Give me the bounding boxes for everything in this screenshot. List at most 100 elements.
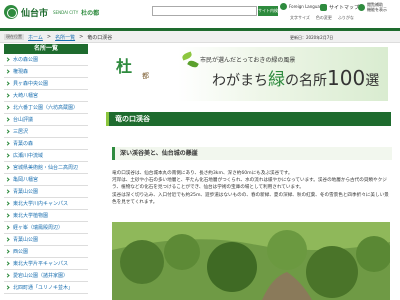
sidebar-item-label: 広瀬川中流域 (13, 153, 44, 159)
chevron-right-icon (5, 285, 10, 290)
chevron-right-icon (5, 201, 10, 206)
sidebar-item[interactable]: 貝ヶ森中央公園 (4, 78, 88, 90)
search-input[interactable] (152, 6, 257, 16)
sidebar-item-label: 東北大学植物園 (13, 213, 49, 219)
globe-icon (280, 3, 287, 10)
sidebar-item[interactable]: 東北大学片平キャンパス (4, 258, 88, 270)
valley-photo (112, 222, 390, 300)
valley-photo-image (112, 222, 390, 300)
chevron-right-icon (5, 165, 10, 170)
sidebar-item-label: 権現森 (13, 69, 29, 75)
sidebar-item-label: 北四町通「ユリノキ並木」 (13, 285, 74, 291)
body-paragraph: 渓谷は深く切り込み、入口付近でも約25m、遊歩道はないものの、春の新緑、夏の深緑… (112, 192, 389, 205)
sidebar-item-label: 宮城県美術館・仙台二高周辺 (13, 165, 79, 171)
banner-calligraphy-2: 都 (142, 72, 149, 80)
accessibility-icon (358, 4, 365, 11)
sidebar-item-label: 貝ヶ森中央公園 (13, 81, 49, 87)
accessibility-label-2: 機能を表示 (367, 7, 387, 12)
sidebar-item[interactable]: 台山評議 (4, 114, 88, 126)
chevron-right-icon (5, 81, 10, 86)
breadcrumb-list[interactable]: 名所一覧 (55, 34, 75, 41)
logo-sub2: 杜の都 (81, 9, 100, 17)
sitemap-icon (320, 4, 327, 11)
sidebar-item-label: 青葉の森 (13, 141, 34, 147)
updated-date: 更新日：2020年2月7日 (290, 35, 334, 40)
banner-title-number: 100 (327, 66, 366, 90)
chevron-right-icon (5, 93, 10, 98)
chevron-right-icon (5, 117, 10, 122)
sidebar-item[interactable]: 亀岡八幡宮 (4, 174, 88, 186)
sidebar-item[interactable]: 青葉山公園 (4, 186, 88, 198)
chevron-right-icon (5, 225, 10, 230)
body-paragraph: 竜の口渓谷は、仙台城本丸の南側にあり、長さ約3km、深さ約60mにも及ぶ渓谷です… (112, 171, 293, 176)
chevron-right-icon (5, 69, 10, 74)
breadcrumb-home[interactable]: ホーム (28, 34, 43, 41)
font-size-link[interactable]: 文字サイズ (290, 15, 310, 21)
display-options: 文字サイズ 色の変更 ふりがな (290, 15, 354, 21)
chevron-right-icon (5, 129, 10, 134)
sidebar-item-label: 青葉山公園 (13, 189, 39, 195)
search-button[interactable]: サイト内検索 (258, 6, 278, 23)
logo-sub: SENDAI CITY (53, 9, 79, 15)
sidebar-item-label: 三居沢 (13, 129, 29, 135)
sidebar-item[interactable]: 宮城県美術館・仙台二高周辺 (4, 162, 88, 174)
sidebar-item-label: 西公園 (13, 249, 29, 255)
sidebar-title: 名所一覧 (4, 44, 88, 54)
sidebar-item[interactable]: 広瀬川中流域 (4, 150, 88, 162)
sidebar-item[interactable]: 経ヶ峯（瑞鳳殿周辺） (4, 222, 88, 234)
banner: 杜 都 市民が選んだとっておきの緑の風景 わがまち緑の名所100選 (112, 47, 388, 101)
site-logo[interactable]: 仙台市 SENDAI CITY 杜の都 (4, 5, 99, 19)
furigana-link[interactable]: ふりがな (338, 15, 354, 21)
sidebar-item[interactable]: 大崎八幡宮 (4, 90, 88, 102)
sidebar-item[interactable]: 権現森 (4, 66, 88, 78)
chevron-right-icon (5, 213, 10, 218)
chevron-right-icon (5, 273, 10, 278)
sitemap-label: サイトマップ (329, 5, 360, 11)
body-paragraph: 河岸は、土砂や小石の多い地層と、平たん化石地層がつくられ、水の流れは緩やかになっ… (112, 178, 387, 191)
sidebar-item-label: 亀岡八幡宮 (13, 177, 39, 183)
section-title: 深い渓谷美と、仙台城の懸崖 (112, 147, 392, 160)
sidebar-item[interactable]: 北四町通「ユリノキ並木」 (4, 282, 88, 294)
banner-title-c: 選 (365, 73, 380, 89)
breadcrumb: ホーム > 名所一覧 > 竜の口渓谷 (28, 34, 113, 41)
site-header: 仙台市 SENDAI CITY 杜の都 サイト内検索 Foreign Langu… (0, 0, 400, 28)
banner-title-green: 緑 (268, 70, 285, 90)
sitemap-link[interactable]: サイトマップ (320, 4, 359, 11)
sidebar-list: 水の森公園権現森貝ヶ森中央公園 大崎八幡宮北六番丁公園（六坊高蔵園） 台山評議三居沢… (4, 54, 88, 294)
sidebar-item-label: 台山評議 (13, 117, 34, 123)
foreign-language-link[interactable]: Foreign Language (280, 3, 325, 10)
sidebar-item[interactable]: 愛宕山公園（諸井家園） (4, 270, 88, 282)
banner-title-b: の名所 (285, 73, 327, 89)
sidebar-item-label: 北六番丁公園（六坊高蔵園） (13, 105, 79, 111)
sidebar-item-label: 東北大学川内キャンパス (13, 201, 69, 207)
sidebar-item[interactable]: 東北大学川内キャンパス (4, 198, 88, 210)
city-emblem-icon (4, 5, 18, 19)
sidebar-item[interactable]: 青葉の森 (4, 138, 88, 150)
sidebar-item-label: 青葉山公園 (13, 237, 39, 243)
chevron-right-icon (5, 153, 10, 158)
banner-title: わがまち緑の名所100選 (212, 65, 379, 90)
chevron-right-icon (5, 141, 10, 146)
body-text: 竜の口渓谷は、仙台城本丸の南側にあり、長さ約3km、深さ約60mにも及ぶ渓谷です… (112, 170, 392, 206)
chevron-right-icon (5, 189, 10, 194)
color-change-link[interactable]: 色の変更 (316, 15, 332, 21)
breadcrumb-current: 竜の口渓谷 (87, 35, 113, 41)
sidebar-item[interactable]: 水の森公園 (4, 54, 88, 66)
sidebar-item-label: 水の森公園 (13, 57, 39, 63)
sidebar-item-label: 経ヶ峯（瑞鳳殿周辺） (13, 225, 64, 231)
banner-calligraphy: 杜 (116, 57, 133, 76)
sidebar-item[interactable]: 青葉山公園 (4, 234, 88, 246)
chevron-right-icon (5, 177, 10, 182)
chevron-right-icon (5, 249, 10, 254)
sidebar-item-label: 愛宕山公園（諸井家園） (13, 273, 69, 279)
sidebar-item[interactable]: 三居沢 (4, 126, 88, 138)
sidebar-item[interactable]: 西公園 (4, 246, 88, 258)
sidebar-item-label: 東北大学片平キャンパス (13, 261, 69, 267)
breadcrumb-label: 現在位置 (4, 34, 24, 40)
sidebar-item[interactable]: 北六番丁公園（六坊高蔵園） (4, 102, 88, 114)
breadcrumb-row: 現在位置 ホーム > 名所一覧 > 竜の口渓谷 (0, 31, 400, 43)
accessibility-button[interactable]: 閲覧補助 機能を表示 (358, 2, 387, 12)
chevron-right-icon (5, 261, 10, 266)
sidebar-item-label: 大崎八幡宮 (13, 93, 39, 99)
sidebar-item[interactable]: 東北大学植物園 (4, 210, 88, 222)
